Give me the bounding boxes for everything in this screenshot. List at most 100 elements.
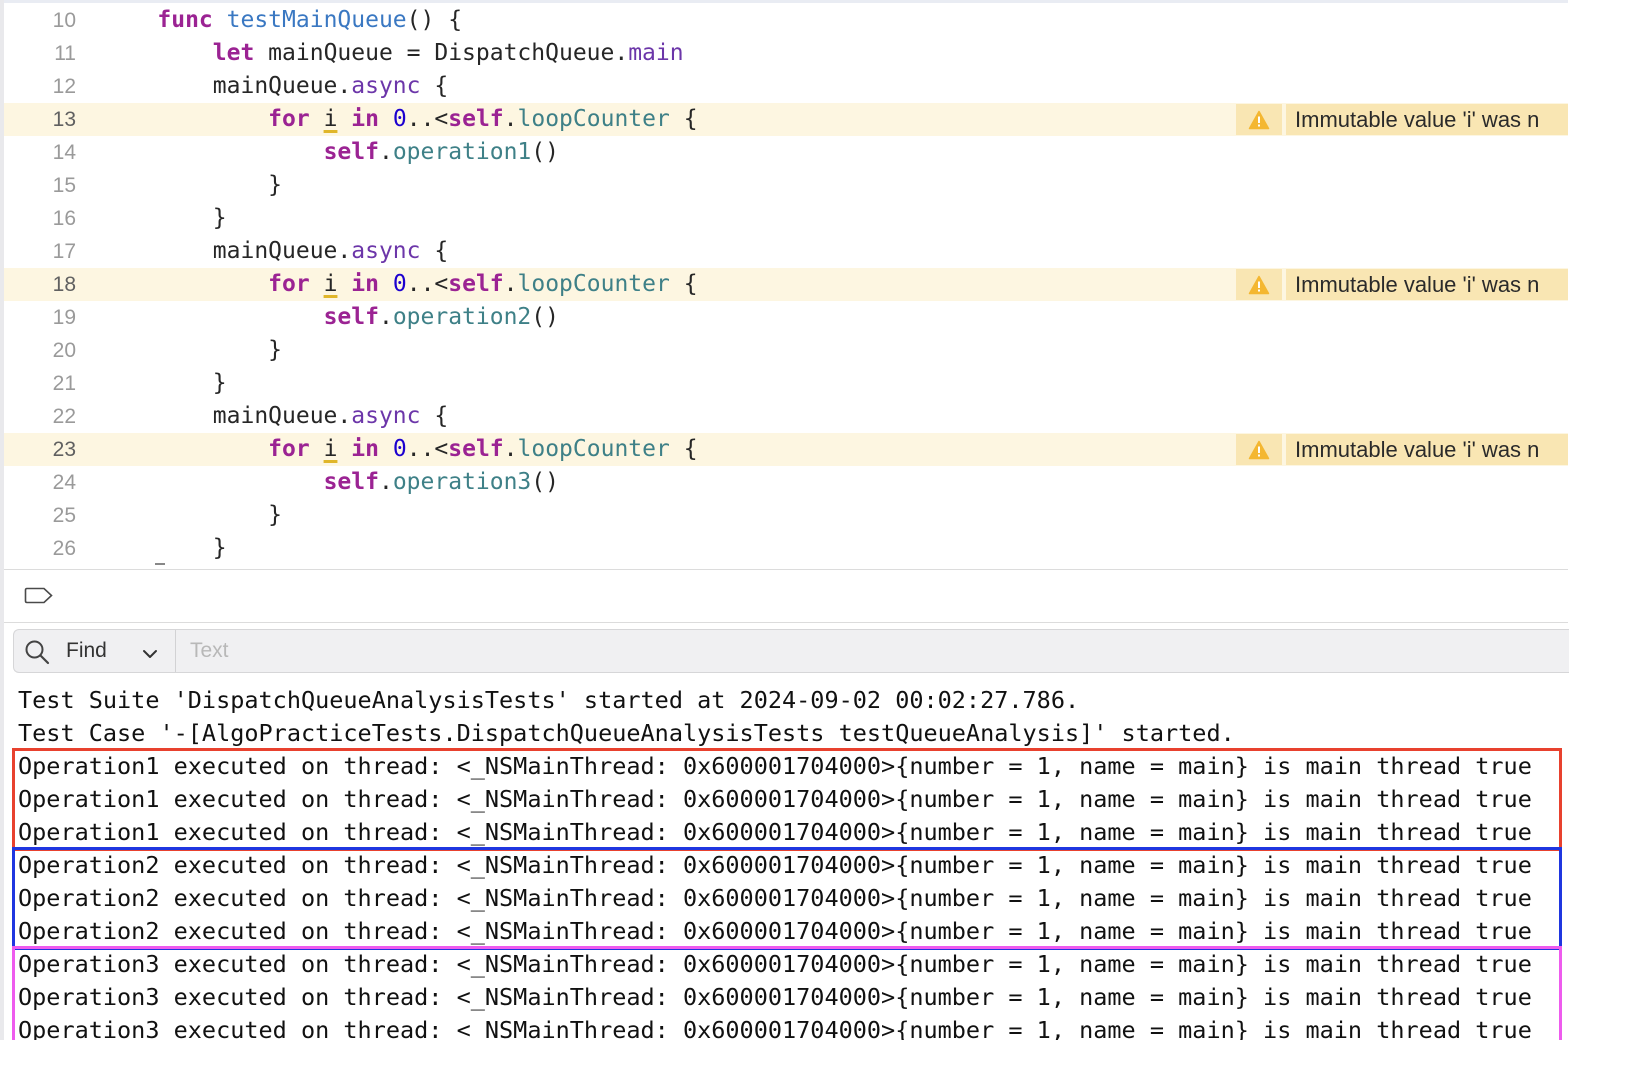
code-line[interactable]: 12 mainQueue.async { [4,70,1568,103]
annotation-box-operation3 [12,946,1562,1040]
line-number[interactable]: 16 [4,202,76,235]
code-line[interactable]: 22 mainQueue.async { [4,400,1568,433]
line-number[interactable]: 10 [4,4,76,37]
code-text[interactable]: let mainQueue = DispatchQueue.main [102,37,684,70]
find-mode-label[interactable]: Find [66,630,107,672]
code-line[interactable]: 11 let mainQueue = DispatchQueue.main [4,37,1568,70]
line-number[interactable]: 19 [4,301,76,334]
warning-triangle-icon[interactable] [1236,269,1282,300]
line-number[interactable]: 24 [4,466,76,499]
code-text[interactable]: } [102,202,227,235]
code-line[interactable]: 26 } [4,532,1568,565]
code-token-kw: self [448,271,504,297]
code-line[interactable]: 16 } [4,202,1568,235]
code-token: . [378,469,393,495]
line-number[interactable]: 26 [4,532,76,565]
find-text-input[interactable] [184,634,1496,668]
code-line[interactable]: 25 } [4,499,1568,532]
code-line[interactable]: 14 self.operation1() [4,136,1568,169]
code-text[interactable]: for i in 0..<self.loopCounter { [102,433,697,466]
code-text[interactable]: for i in 0..<self.loopCounter { [102,103,698,136]
console-line[interactable]: Test Case '-[AlgoPracticeTests.DispatchQ… [18,717,1235,750]
code-token: . [503,106,518,132]
code-token: { [420,403,449,429]
code-token-mem: operation2 [392,304,532,330]
code-line-with-warning[interactable]: 13 for i in 0..<self.loopCounter { Immuta… [4,103,1568,136]
code-text[interactable]: } [102,532,227,565]
source-editor[interactable]: 10 func testMainQueue() {11 let mainQueu… [4,4,1568,569]
code-token: } [102,337,283,363]
code-text[interactable]: } [102,334,282,367]
line-number[interactable]: 20 [4,334,76,367]
code-line[interactable]: 21 } [4,367,1568,400]
line-number[interactable]: 13 [4,103,76,136]
line-number[interactable]: 18 [4,268,76,301]
warning-message[interactable]: Immutable value 'i' was n [1286,434,1568,465]
magnifying-glass-icon [24,639,50,669]
code-token-prop: main [628,40,684,66]
warning-message[interactable]: Immutable value 'i' was n [1286,104,1568,135]
code-text[interactable]: } [102,499,282,532]
warning-message[interactable]: Immutable value 'i' was n [1286,269,1568,300]
warning-triangle-icon[interactable] [1236,434,1282,465]
code-token-fn: testMainQueue [226,7,407,33]
chevron-down-icon[interactable] [142,645,158,664]
line-number[interactable]: 25 [4,499,76,532]
code-token: ..< [406,436,449,462]
code-text[interactable]: } [102,169,282,202]
code-text[interactable]: self.operation1() [102,136,559,169]
code-token-prop: async [351,73,421,99]
code-line[interactable]: 19 self.operation2() [4,301,1568,334]
debug-area-toolbar [4,569,1568,623]
code-text[interactable]: mainQueue.async { [102,70,448,103]
code-text[interactable]: self.operation3() [102,466,559,499]
code-token: mainQueue = DispatchQueue. [254,40,629,66]
code-text[interactable]: self.operation2() [102,301,559,334]
line-number[interactable]: 22 [4,400,76,433]
line-number[interactable]: 17 [4,235,76,268]
code-token: } [102,535,227,561]
code-token-mem: loopCounter [517,106,670,132]
code-text[interactable]: } [102,367,227,400]
line-number[interactable]: 11 [4,37,76,70]
code-token: { [669,271,698,297]
code-line-with-warning[interactable]: 23 for i in 0..<self.loopCounter { Immuta… [4,433,1568,466]
code-token-kw: for [268,271,310,297]
line-number[interactable]: 21 [4,367,76,400]
code-line[interactable]: 24 self.operation3() [4,466,1568,499]
annotation-box-operation1 [12,748,1562,851]
code-line-with-warning[interactable]: 18 for i in 0..<self.loopCounter { Immuta… [4,268,1568,301]
code-token-mem: operation1 [392,139,532,165]
debug-console-output[interactable]: Test Suite 'DispatchQueueAnalysisTests' … [4,684,1568,1040]
code-line[interactable]: 20 } [4,334,1568,367]
code-line[interactable]: 10 func testMainQueue() { [4,4,1568,37]
code-line[interactable]: 17 mainQueue.async { [4,235,1568,268]
code-token-wvar: i [323,106,338,132]
code-token: { [420,238,449,264]
breakpoint-tag-icon[interactable] [24,587,54,608]
line-number[interactable]: 14 [4,136,76,169]
console-line[interactable]: Test Suite 'DispatchQueueAnalysisTests' … [18,684,1079,717]
line-number[interactable]: 12 [4,70,76,103]
code-line[interactable]: 15 } [4,169,1568,202]
warning-triangle-icon[interactable] [1236,104,1282,135]
code-text[interactable]: mainQueue.async { [102,235,448,268]
code-text[interactable]: mainQueue.async { [102,400,448,433]
code-text[interactable]: for i in 0..<self.loopCounter { [102,268,698,301]
code-token: () [531,469,559,495]
annotation-box-operation2 [12,847,1562,950]
line-number[interactable]: 15 [4,169,76,202]
line-number[interactable]: 23 [4,433,76,466]
code-text[interactable]: func testMainQueue() { [102,4,462,37]
code-token: { [669,106,698,132]
